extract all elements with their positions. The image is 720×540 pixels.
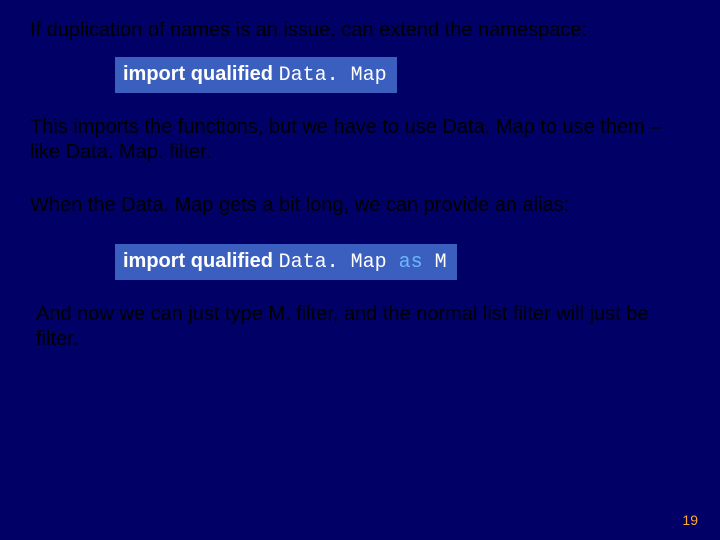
alias-name: M (435, 251, 447, 274)
spacer (30, 175, 690, 193)
module-name: Data. Map (279, 251, 399, 274)
paragraph-1: If duplication of names is an issue, can… (30, 18, 690, 43)
spacer (30, 228, 690, 240)
keyword-as: as (399, 251, 435, 274)
keyword-import-qualified: import qualified (123, 63, 279, 85)
page-number: 19 (682, 512, 698, 528)
module-name: Data. Map (279, 64, 387, 87)
keyword-import-qualified: import qualified (123, 250, 279, 272)
paragraph-3: When the Data. Map gets a bit long, we c… (30, 193, 690, 218)
paragraph-4: And now we can just type M. filter, and … (36, 302, 690, 352)
code-block-2: import qualified Data. Map as M (115, 244, 457, 280)
slide-content: If duplication of names is an issue, can… (0, 0, 720, 352)
paragraph-2: This imports the functions, but we have … (30, 115, 690, 165)
code-block-1: import qualified Data. Map (115, 57, 397, 93)
